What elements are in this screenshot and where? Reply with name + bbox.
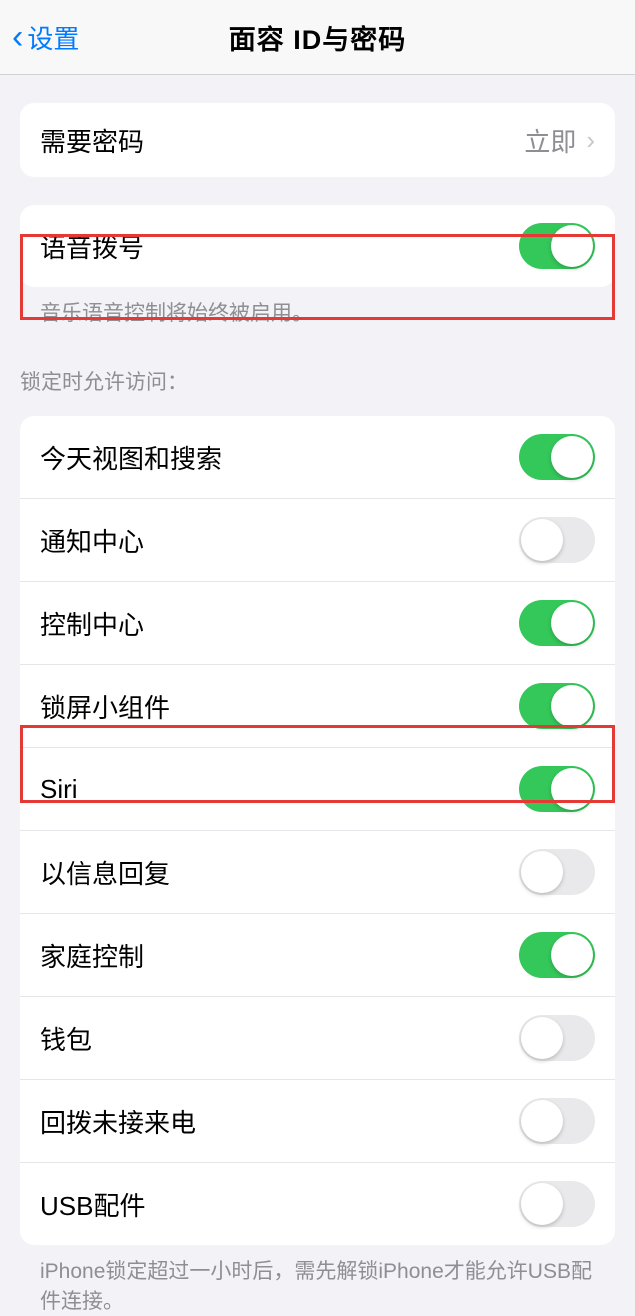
lock-access-header: 锁定时允许访问： — [0, 366, 635, 406]
voice-dial-row: 语音拨号 — [20, 205, 615, 287]
voice-dial-toggle[interactable] — [519, 223, 595, 269]
toggle-knob — [521, 1183, 563, 1225]
lock-access-item-label: 今天视图和搜索 — [40, 439, 222, 476]
page-title: 面容 ID与密码 — [229, 18, 407, 57]
lock-access-row: 回拨未接来电 — [20, 1080, 615, 1163]
settings-content: 需要密码 立即 › 语音拨号 音乐语音控制将始终被启用。 锁定时允许访问： 今天… — [0, 103, 635, 1316]
toggle-knob — [551, 685, 593, 727]
voice-dial-footer: 音乐语音控制将始终被启用。 — [20, 287, 615, 328]
lock-access-item-label: 回拨未接来电 — [40, 1103, 196, 1140]
chevron-right-icon: › — [586, 125, 595, 156]
navigation-header: ‹ 设置 面容 ID与密码 — [0, 0, 635, 75]
back-label: 设置 — [27, 19, 79, 56]
lock-access-toggle[interactable] — [519, 1181, 595, 1227]
require-passcode-label: 需要密码 — [40, 122, 144, 159]
lock-access-row: 钱包 — [20, 997, 615, 1080]
lock-access-toggle[interactable] — [519, 517, 595, 563]
lock-access-item-label: Siri — [40, 774, 78, 805]
lock-access-item-label: 家庭控制 — [40, 937, 144, 974]
toggle-knob — [551, 436, 593, 478]
lock-access-toggle[interactable] — [519, 1098, 595, 1144]
voice-dial-group: 语音拨号 音乐语音控制将始终被启用。 — [20, 205, 615, 328]
lock-access-row: USB配件 — [20, 1163, 615, 1245]
lock-access-toggle[interactable] — [519, 849, 595, 895]
lock-access-toggle[interactable] — [519, 434, 595, 480]
chevron-left-icon: ‹ — [12, 18, 23, 57]
lock-access-footer: iPhone锁定超过一小时后，需先解锁iPhone才能允许USB配件连接。 — [20, 1245, 615, 1316]
toggle-knob — [551, 768, 593, 810]
lock-access-item-label: 控制中心 — [40, 605, 144, 642]
toggle-knob — [521, 1017, 563, 1059]
back-button[interactable]: ‹ 设置 — [0, 18, 79, 57]
lock-access-item-label: 以信息回复 — [40, 854, 170, 891]
lock-access-row: 以信息回复 — [20, 831, 615, 914]
lock-access-row: 家庭控制 — [20, 914, 615, 997]
toggle-knob — [551, 602, 593, 644]
lock-access-toggle[interactable] — [519, 932, 595, 978]
lock-access-row: 锁屏小组件 — [20, 665, 615, 748]
voice-dial-label: 语音拨号 — [40, 228, 144, 265]
toggle-knob — [551, 225, 593, 267]
lock-access-item-label: 锁屏小组件 — [40, 688, 170, 725]
require-passcode-row[interactable]: 需要密码 立即 › — [20, 103, 615, 177]
toggle-knob — [551, 934, 593, 976]
lock-access-row: 通知中心 — [20, 499, 615, 582]
toggle-knob — [521, 851, 563, 893]
passcode-group: 需要密码 立即 › — [20, 103, 615, 177]
lock-access-row: Siri — [20, 748, 615, 831]
lock-access-group: 今天视图和搜索通知中心控制中心锁屏小组件 Siri 以信息回复家庭控制钱包回拨未接来… — [20, 416, 615, 1316]
lock-access-toggle[interactable] — [519, 683, 595, 729]
lock-access-toggle[interactable] — [519, 766, 595, 812]
toggle-knob — [521, 1100, 563, 1142]
lock-access-item-label: USB配件 — [40, 1186, 145, 1223]
lock-access-item-label: 钱包 — [40, 1020, 92, 1057]
toggle-knob — [521, 519, 563, 561]
lock-access-toggle[interactable] — [519, 1015, 595, 1061]
lock-access-toggle[interactable] — [519, 600, 595, 646]
lock-access-row: 控制中心 — [20, 582, 615, 665]
require-passcode-value: 立即 › — [524, 122, 595, 159]
lock-access-item-label: 通知中心 — [40, 522, 144, 559]
lock-access-row: 今天视图和搜索 — [20, 416, 615, 499]
